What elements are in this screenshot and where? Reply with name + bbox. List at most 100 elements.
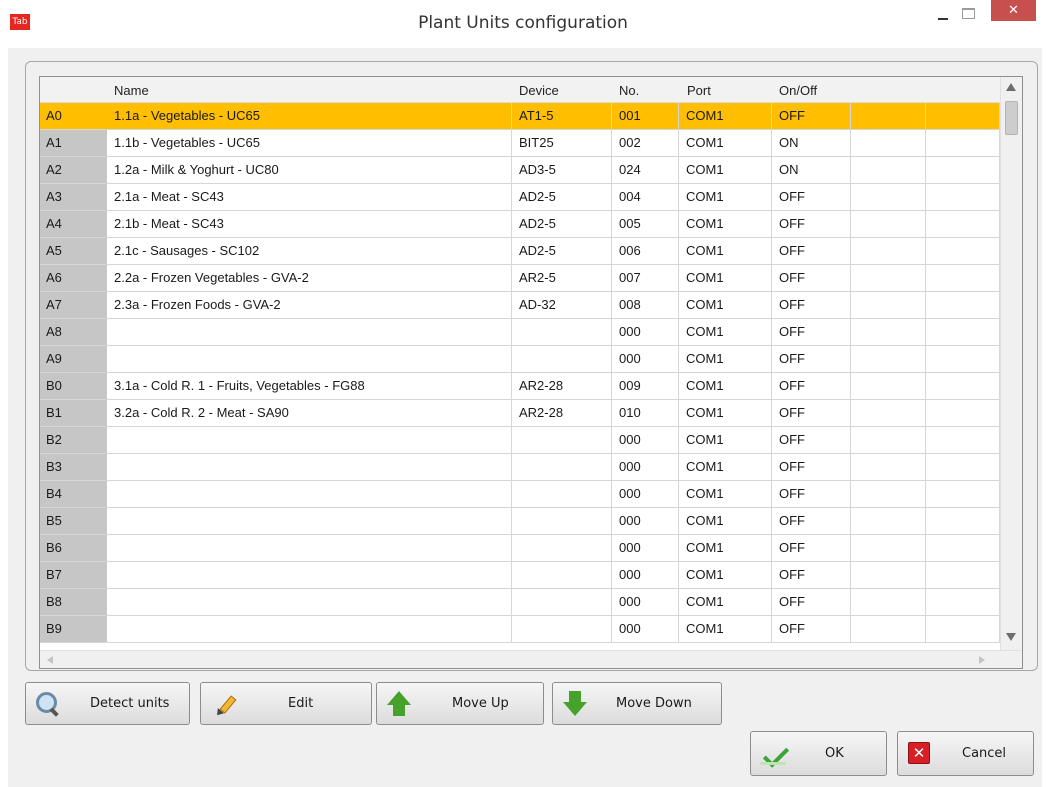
cell-empty[interactable] [926, 535, 1000, 562]
cell-port[interactable]: COM1 [679, 319, 772, 346]
cell-empty[interactable] [851, 238, 926, 265]
table-row[interactable]: B9 000 COM1 OFF [40, 616, 1000, 643]
scroll-right-icon[interactable] [979, 656, 985, 664]
table-row[interactable]: A7 2.3a - Frozen Foods - GVA-2 AD-32 008 COM… [40, 292, 1000, 319]
cell-device[interactable]: AR2-28 [512, 400, 612, 427]
minimize-button[interactable] [937, 8, 951, 22]
cell-on-off[interactable]: OFF [772, 265, 851, 292]
cell-empty[interactable] [926, 508, 1000, 535]
cell-number[interactable]: 000 [612, 319, 679, 346]
cell-port[interactable]: COM1 [679, 373, 772, 400]
table-row[interactable]: B3 000 COM1 OFF [40, 454, 1000, 481]
cell-empty[interactable] [851, 292, 926, 319]
cell-name[interactable] [107, 427, 512, 454]
cell-device[interactable]: AD2-5 [512, 211, 612, 238]
detect-units-button[interactable]: Detect units [25, 682, 190, 725]
cell-port[interactable]: COM1 [679, 346, 772, 373]
cell-device[interactable] [512, 616, 612, 643]
table-row[interactable]: B7 000 COM1 OFF [40, 562, 1000, 589]
table-row[interactable]: A8 000 COM1 OFF [40, 319, 1000, 346]
cell-empty[interactable] [851, 535, 926, 562]
cell-name[interactable]: 3.2a - Cold R. 2 - Meat - SA90 [107, 400, 512, 427]
cell-empty[interactable] [926, 400, 1000, 427]
cell-port[interactable]: COM1 [679, 562, 772, 589]
row-header[interactable]: A4 [40, 211, 107, 238]
cell-name[interactable] [107, 508, 512, 535]
cell-port[interactable]: COM1 [679, 616, 772, 643]
cell-on-off[interactable]: OFF [772, 103, 851, 130]
row-header[interactable]: A9 [40, 346, 107, 373]
cell-port[interactable]: COM1 [679, 427, 772, 454]
cell-empty[interactable] [851, 346, 926, 373]
cell-empty[interactable] [926, 373, 1000, 400]
cell-port[interactable]: COM1 [679, 589, 772, 616]
vertical-scrollbar[interactable] [1000, 77, 1022, 650]
table-row[interactable]: B6 000 COM1 OFF [40, 535, 1000, 562]
cell-name[interactable]: 2.2a - Frozen Vegetables - GVA-2 [107, 265, 512, 292]
cell-empty[interactable] [926, 184, 1000, 211]
table-row[interactable]: A1 1.1b - Vegetables - UC65 BIT25 002 COM1 ON [40, 130, 1000, 157]
move-up-button[interactable]: Move Up [376, 682, 544, 725]
cell-on-off[interactable]: OFF [772, 454, 851, 481]
cell-on-off[interactable]: OFF [772, 481, 851, 508]
cell-name[interactable] [107, 535, 512, 562]
cell-empty[interactable] [851, 157, 926, 184]
header-port[interactable]: Port [687, 83, 711, 98]
cell-empty[interactable] [851, 184, 926, 211]
cell-name[interactable]: 2.1b - Meat - SC43 [107, 211, 512, 238]
cell-device[interactable] [512, 481, 612, 508]
cell-on-off[interactable]: OFF [772, 400, 851, 427]
cell-number[interactable]: 009 [612, 373, 679, 400]
cell-number[interactable]: 000 [612, 508, 679, 535]
cell-device[interactable]: AD3-5 [512, 157, 612, 184]
cell-empty[interactable] [926, 616, 1000, 643]
cell-empty[interactable] [851, 373, 926, 400]
cell-empty[interactable] [926, 346, 1000, 373]
table-row[interactable]: B4 000 COM1 OFF [40, 481, 1000, 508]
cell-port[interactable]: COM1 [679, 265, 772, 292]
cell-port[interactable]: COM1 [679, 157, 772, 184]
horizontal-scrollbar[interactable] [40, 650, 1022, 668]
cell-on-off[interactable]: OFF [772, 373, 851, 400]
row-header[interactable]: B9 [40, 616, 107, 643]
cell-port[interactable]: COM1 [679, 535, 772, 562]
row-header[interactable]: B4 [40, 481, 107, 508]
cell-number[interactable]: 000 [612, 454, 679, 481]
cell-number[interactable]: 010 [612, 400, 679, 427]
table-row[interactable]: A5 2.1c - Sausages - SC102 AD2-5 006 COM1 OFF [40, 238, 1000, 265]
cell-name[interactable] [107, 562, 512, 589]
cell-device[interactable]: AR2-28 [512, 373, 612, 400]
cell-device[interactable]: AR2-5 [512, 265, 612, 292]
cell-empty[interactable] [851, 616, 926, 643]
cell-on-off[interactable]: OFF [772, 589, 851, 616]
cell-name[interactable] [107, 454, 512, 481]
cell-number[interactable]: 006 [612, 238, 679, 265]
cell-empty[interactable] [851, 103, 926, 130]
cell-empty[interactable] [851, 400, 926, 427]
row-header[interactable]: B5 [40, 508, 107, 535]
cell-device[interactable] [512, 319, 612, 346]
row-header[interactable]: A0 [40, 103, 107, 130]
cell-number[interactable]: 000 [612, 562, 679, 589]
table-row[interactable]: A9 000 COM1 OFF [40, 346, 1000, 373]
table-row[interactable]: A4 2.1b - Meat - SC43 AD2-5 005 COM1 OFF [40, 211, 1000, 238]
row-header[interactable]: B2 [40, 427, 107, 454]
cell-on-off[interactable]: OFF [772, 346, 851, 373]
cell-name[interactable] [107, 481, 512, 508]
cell-port[interactable]: COM1 [679, 400, 772, 427]
cell-empty[interactable] [851, 265, 926, 292]
cell-name[interactable] [107, 589, 512, 616]
row-header[interactable]: B1 [40, 400, 107, 427]
row-header[interactable]: B7 [40, 562, 107, 589]
table-row[interactable]: B5 000 COM1 OFF [40, 508, 1000, 535]
cell-port[interactable]: COM1 [679, 211, 772, 238]
scroll-thumb[interactable] [1005, 101, 1018, 135]
cell-device[interactable]: BIT25 [512, 130, 612, 157]
cell-name[interactable]: 1.2a - Milk & Yoghurt - UC80 [107, 157, 512, 184]
header-device[interactable]: Device [519, 83, 559, 98]
cell-number[interactable]: 007 [612, 265, 679, 292]
cell-empty[interactable] [926, 130, 1000, 157]
cell-on-off[interactable]: OFF [772, 211, 851, 238]
cell-port[interactable]: COM1 [679, 184, 772, 211]
cell-device[interactable] [512, 589, 612, 616]
